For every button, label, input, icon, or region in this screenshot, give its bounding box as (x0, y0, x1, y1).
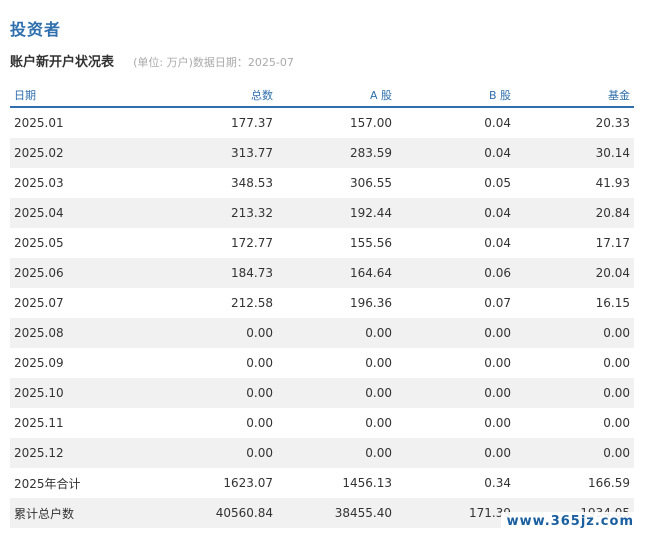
cell-fund: 0.00 (515, 378, 634, 408)
table-row: 2025.02 313.77 283.59 0.04 30.14 (10, 138, 634, 168)
cell-a-share: 196.36 (350, 296, 392, 310)
cell-fund: 20.84 (515, 198, 634, 228)
table-row: 2025年合计 1623.07 1456.13 0.34 166.59 (10, 468, 634, 498)
cell-total: 0.00 (246, 416, 273, 430)
table-row: 2025.07 212.58 196.36 0.07 16.15 (10, 288, 634, 318)
cell-a-share: 283.59 (277, 138, 396, 168)
table-row: 2025.04 213.32 192.44 0.04 20.84 (10, 198, 634, 228)
cell-fund: 0.00 (603, 356, 630, 370)
table-row: 2025.06 184.73 164.64 0.06 20.04 (10, 258, 634, 288)
cell-b-share: 0.05 (484, 176, 511, 190)
cell-date: 2025.08 (10, 318, 158, 348)
cell-date: 累计总户数 (10, 498, 158, 528)
table-title: 账户新开户状况表 (10, 55, 115, 70)
table-row: 2025.11 0.00 0.00 0.00 0.00 (10, 408, 634, 438)
cell-fund: 20.33 (595, 116, 630, 130)
cell-date: 2025.02 (10, 138, 158, 168)
cell-date: 2025.04 (10, 198, 158, 228)
cell-total: 0.00 (158, 318, 277, 348)
table-row: 2025.03 348.53 306.55 0.05 41.93 (10, 168, 634, 198)
cell-total: 40560.84 (158, 498, 277, 528)
cell-a-share: 0.00 (277, 378, 396, 408)
cell-a-share: 192.44 (277, 198, 396, 228)
cell-fund: 0.00 (515, 318, 634, 348)
cell-total: 0.00 (246, 356, 273, 370)
table-header-row: 日期 总数 A 股 B 股 基金 (10, 84, 634, 108)
cell-b-share: 0.00 (484, 356, 511, 370)
header-total: 总数 (158, 84, 277, 108)
cell-b-share: 0.07 (484, 296, 511, 310)
header-fund: 基金 (515, 84, 634, 108)
cell-date: 2025.07 (14, 296, 64, 310)
table-row: 2025.10 0.00 0.00 0.00 0.00 (10, 378, 634, 408)
table-row: 2025.01 177.37 157.00 0.04 20.33 (10, 107, 634, 138)
table-body: 2025.01 177.37 157.00 0.04 20.33 2025.02 313.7… (10, 107, 634, 528)
cell-a-share: 155.56 (350, 236, 392, 250)
cell-fund: 166.59 (588, 476, 630, 490)
cell-a-share: 38455.40 (277, 498, 396, 528)
cell-total: 0.00 (158, 378, 277, 408)
cell-date: 2025.01 (14, 116, 64, 130)
table-row: 2025.08 0.00 0.00 0.00 0.00 (10, 318, 634, 348)
cell-b-share: 0.00 (396, 438, 515, 468)
cell-a-share: 0.00 (277, 438, 396, 468)
table-row: 2025.12 0.00 0.00 0.00 0.00 (10, 438, 634, 468)
cell-b-share: 0.04 (396, 198, 515, 228)
cell-fund: 16.15 (595, 296, 630, 310)
cell-fund: 20.04 (515, 258, 634, 288)
table-row: 2025.05 172.77 155.56 0.04 17.17 (10, 228, 634, 258)
cell-total: 213.32 (158, 198, 277, 228)
cell-b-share: 0.06 (396, 258, 515, 288)
table-row: 2025.09 0.00 0.00 0.00 0.00 (10, 348, 634, 378)
header-b-share: B 股 (396, 84, 515, 108)
cell-b-share: 0.04 (484, 236, 511, 250)
cell-b-share: 0.34 (484, 476, 511, 490)
cell-fund: 41.93 (595, 176, 630, 190)
cell-date: 2025.05 (14, 236, 64, 250)
header-date: 日期 (10, 84, 158, 108)
cell-date: 2025.09 (14, 356, 64, 370)
table-subheader: 账户新开户状况表 (单位: 万户)数据日期：2025-07 (10, 51, 294, 70)
cell-date: 2025.03 (14, 176, 64, 190)
cell-fund: 0.00 (603, 416, 630, 430)
cell-a-share: 306.55 (350, 176, 392, 190)
cell-b-share: 0.04 (484, 116, 511, 130)
cell-fund: 0.00 (515, 438, 634, 468)
cell-b-share: 0.00 (396, 318, 515, 348)
watermark-logo: www.365jz.com (500, 512, 640, 531)
account-open-table: 日期 总数 A 股 B 股 基金 2025.01 177.37 157.00 0.04… (10, 84, 634, 528)
cell-a-share: 164.64 (277, 258, 396, 288)
cell-date: 2025.10 (10, 378, 158, 408)
cell-date: 2025.06 (10, 258, 158, 288)
cell-date: 2025.12 (10, 438, 158, 468)
cell-b-share: 171.39 (396, 498, 515, 528)
cell-b-share: 0.00 (396, 378, 515, 408)
cell-b-share: 0.04 (396, 138, 515, 168)
section-title: 投资者 (10, 20, 62, 39)
cell-total: 313.77 (158, 138, 277, 168)
cell-a-share: 0.00 (277, 318, 396, 348)
cell-total: 177.37 (231, 116, 273, 130)
cell-date: 2025.11 (14, 416, 64, 430)
cell-total: 172.77 (231, 236, 273, 250)
cell-a-share: 0.00 (365, 356, 392, 370)
cell-fund: 30.14 (515, 138, 634, 168)
cell-total: 212.58 (231, 296, 273, 310)
cell-date: 2025年合计 (14, 476, 81, 491)
cell-b-share: 0.00 (484, 416, 511, 430)
table-meta: (单位: 万户)数据日期：2025-07 (133, 56, 294, 69)
cell-total: 184.73 (158, 258, 277, 288)
cell-total: 0.00 (158, 438, 277, 468)
cell-a-share: 1456.13 (342, 476, 392, 490)
cell-total: 1623.07 (223, 476, 273, 490)
cell-fund: 17.17 (595, 236, 630, 250)
cell-a-share: 157.00 (350, 116, 392, 130)
cell-a-share: 0.00 (365, 416, 392, 430)
cell-total: 348.53 (231, 176, 273, 190)
header-a-share: A 股 (277, 84, 396, 108)
